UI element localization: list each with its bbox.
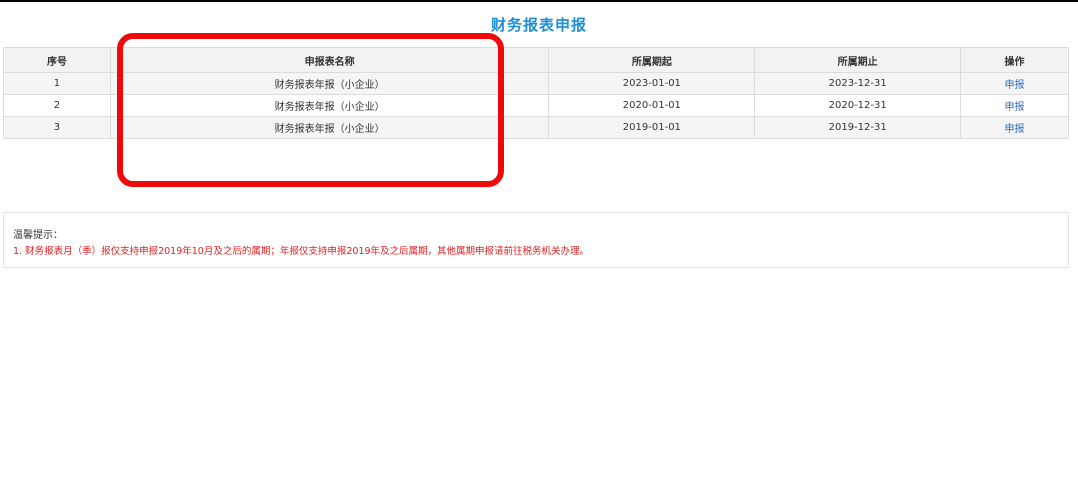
notice-panel: 温馨提示： 1. 财务报表月（季）报仅支持申报2019年10月及之后的属期；年报… [3,212,1069,268]
row-report-name: 财务报表年报（小企业） [109,72,550,95]
table-row: 1 财务报表年报（小企业） 2023-01-01 2023-12-31 申报 [3,72,1069,95]
header-index: 序号 [3,47,111,73]
table-row: 3 财务报表年报（小企业） 2019-01-01 2019-12-31 申报 [3,116,1069,139]
row-period-start: 2023-01-01 [548,72,756,95]
top-border-line [0,0,1078,2]
row-report-name: 财务报表年报（小企业） [109,94,550,117]
row-period-end: 2023-12-31 [754,72,962,95]
report-table: 序号 申报表名称 所属期起 所属期止 操作 1 财务报表年报（小企业） 2023… [3,47,1069,139]
declare-link[interactable]: 申报 [1005,124,1025,135]
page-title: 财务报表申报 [490,16,587,34]
header-action: 操作 [960,47,1069,73]
row-period-start: 2019-01-01 [548,116,756,139]
row-index: 1 [3,72,111,95]
declare-link[interactable]: 申报 [1005,102,1025,113]
row-report-name: 财务报表年报（小企业） [109,116,550,139]
row-period-end: 2020-12-31 [754,94,962,117]
row-period-end: 2019-12-31 [754,116,962,139]
row-index: 2 [3,94,111,117]
notice-title: 温馨提示： [13,230,63,241]
row-period-start: 2020-01-01 [548,94,756,117]
declare-link[interactable]: 申报 [1005,80,1025,91]
header-report-name: 申报表名称 [109,47,550,73]
table-header-row: 序号 申报表名称 所属期起 所属期止 操作 [3,47,1069,73]
notice-item: 1. 财务报表月（季）报仅支持申报2019年10月及之后的属期；年报仅支持申报2… [13,246,590,257]
header-period-start: 所属期起 [548,47,756,73]
table-row: 2 财务报表年报（小企业） 2020-01-01 2020-12-31 申报 [3,94,1069,117]
header-period-end: 所属期止 [754,47,962,73]
row-index: 3 [3,116,111,139]
